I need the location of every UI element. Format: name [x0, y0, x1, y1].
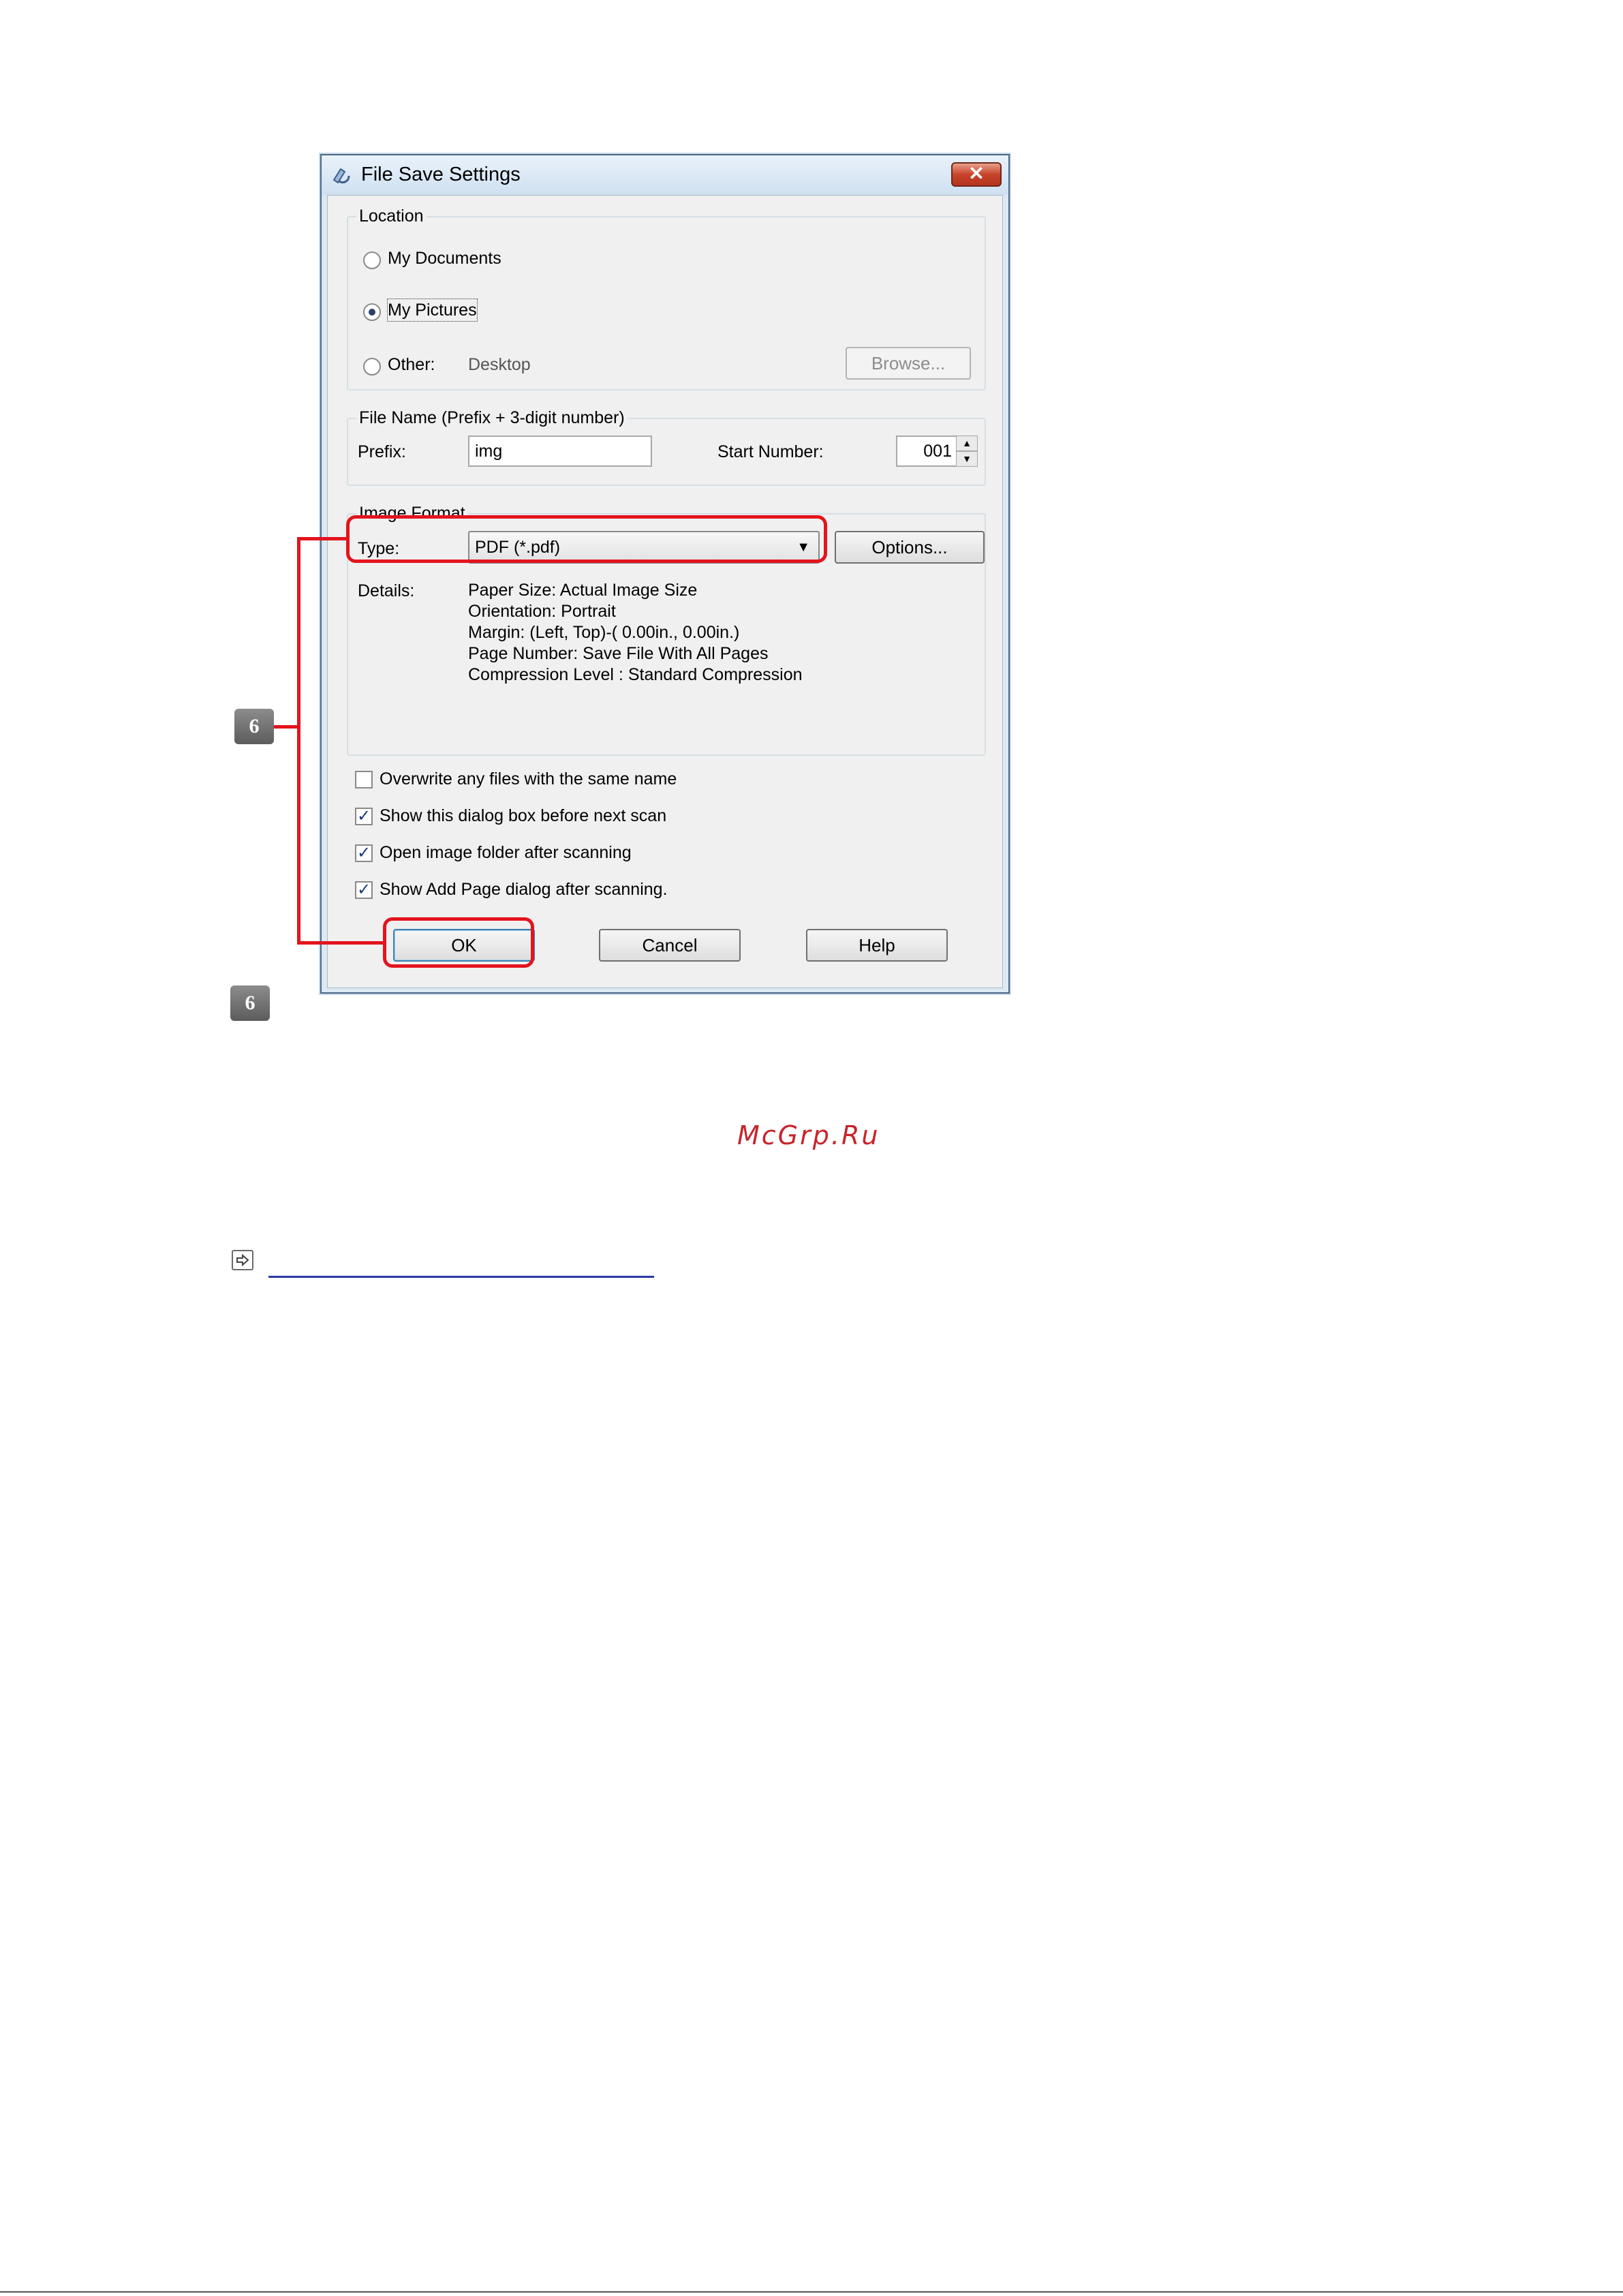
- ok-highlight-box: [383, 917, 534, 968]
- type-highlight-box: [346, 515, 827, 563]
- start-number-label: Start Number:: [717, 442, 824, 461]
- spin-up-icon[interactable]: ▲: [956, 435, 978, 451]
- open-folder-checkbox[interactable]: ✓: [355, 844, 373, 862]
- dialog-title: File Save Settings: [361, 164, 521, 185]
- annotation-line-top: [297, 537, 347, 540]
- radio-other[interactable]: [363, 358, 381, 376]
- file-name-group-label: File Name (Prefix + 3-digit number): [356, 407, 628, 429]
- footer-divider: [0, 2291, 1623, 2293]
- open-folder-checkbox-label: Open image folder after scanning: [380, 843, 632, 862]
- close-button[interactable]: ✕: [951, 162, 1002, 187]
- details-orientation: Orientation: Portrait: [468, 602, 616, 621]
- start-number-stepper[interactable]: ▲ ▼: [896, 435, 978, 467]
- overwrite-checkbox-label: Overwrite any files with the same name: [380, 769, 677, 789]
- step-badge-instruction: 6: [230, 985, 270, 1021]
- dialog-body: Location My Documents My Pictures Other:…: [327, 195, 1003, 988]
- help-button[interactable]: Help: [806, 929, 948, 962]
- annotation-line-stub: [274, 725, 298, 729]
- details-margin: Margin: (Left, Top)-( 0.00in., 0.00in.): [468, 623, 740, 642]
- cancel-button[interactable]: Cancel: [599, 929, 741, 962]
- watermark: McGrp.Ru: [737, 1120, 880, 1150]
- annotation-line-vertical: [297, 537, 300, 945]
- show-dialog-checkbox-label: Show this dialog box before next scan: [380, 806, 667, 825]
- show-dialog-checkbox[interactable]: ✓: [355, 808, 373, 825]
- browse-button[interactable]: Browse...: [846, 347, 971, 380]
- start-number-input[interactable]: [896, 435, 957, 467]
- details-compression: Compression Level : Standard Compression: [468, 665, 803, 684]
- close-icon: ✕: [968, 163, 985, 184]
- related-link[interactable]: [268, 1276, 654, 1278]
- scanner-app-icon: [333, 168, 350, 184]
- radio-my-documents-label: My Documents: [388, 249, 501, 268]
- add-page-checkbox[interactable]: ✓: [355, 881, 373, 899]
- location-group-label: Location: [356, 205, 427, 227]
- annotation-line-bottom: [297, 941, 384, 945]
- prefix-input[interactable]: [468, 435, 652, 467]
- radio-my-pictures-label: My Pictures: [387, 299, 478, 322]
- file-save-settings-dialog: File Save Settings ✕ Location My Documen…: [320, 154, 1010, 994]
- file-name-group: File Name (Prefix + 3-digit number) Pref…: [347, 407, 986, 486]
- details-label: Details:: [358, 581, 415, 600]
- details-paper-size: Paper Size: Actual Image Size: [468, 581, 698, 600]
- add-page-checkbox-label: Show Add Page dialog after scanning.: [380, 880, 668, 899]
- radio-my-pictures[interactable]: [363, 303, 381, 321]
- overwrite-checkbox[interactable]: [355, 771, 373, 789]
- options-button[interactable]: Options...: [835, 531, 985, 564]
- arrow-right-icon: [232, 1250, 253, 1270]
- title-bar[interactable]: File Save Settings ✕: [322, 155, 1008, 195]
- other-path-value: Desktop: [468, 355, 531, 374]
- details-page-number: Page Number: Save File With All Pages: [468, 644, 769, 663]
- prefix-label: Prefix:: [358, 442, 406, 461]
- radio-my-documents[interactable]: [363, 251, 381, 269]
- step-badge-callout: 6: [234, 709, 274, 744]
- spin-down-icon[interactable]: ▼: [956, 451, 978, 467]
- radio-other-label: Other:: [388, 355, 435, 374]
- location-group: Location My Documents My Pictures Other:…: [347, 205, 986, 391]
- details-list: Paper Size: Actual Image Size Orientatio…: [468, 580, 803, 686]
